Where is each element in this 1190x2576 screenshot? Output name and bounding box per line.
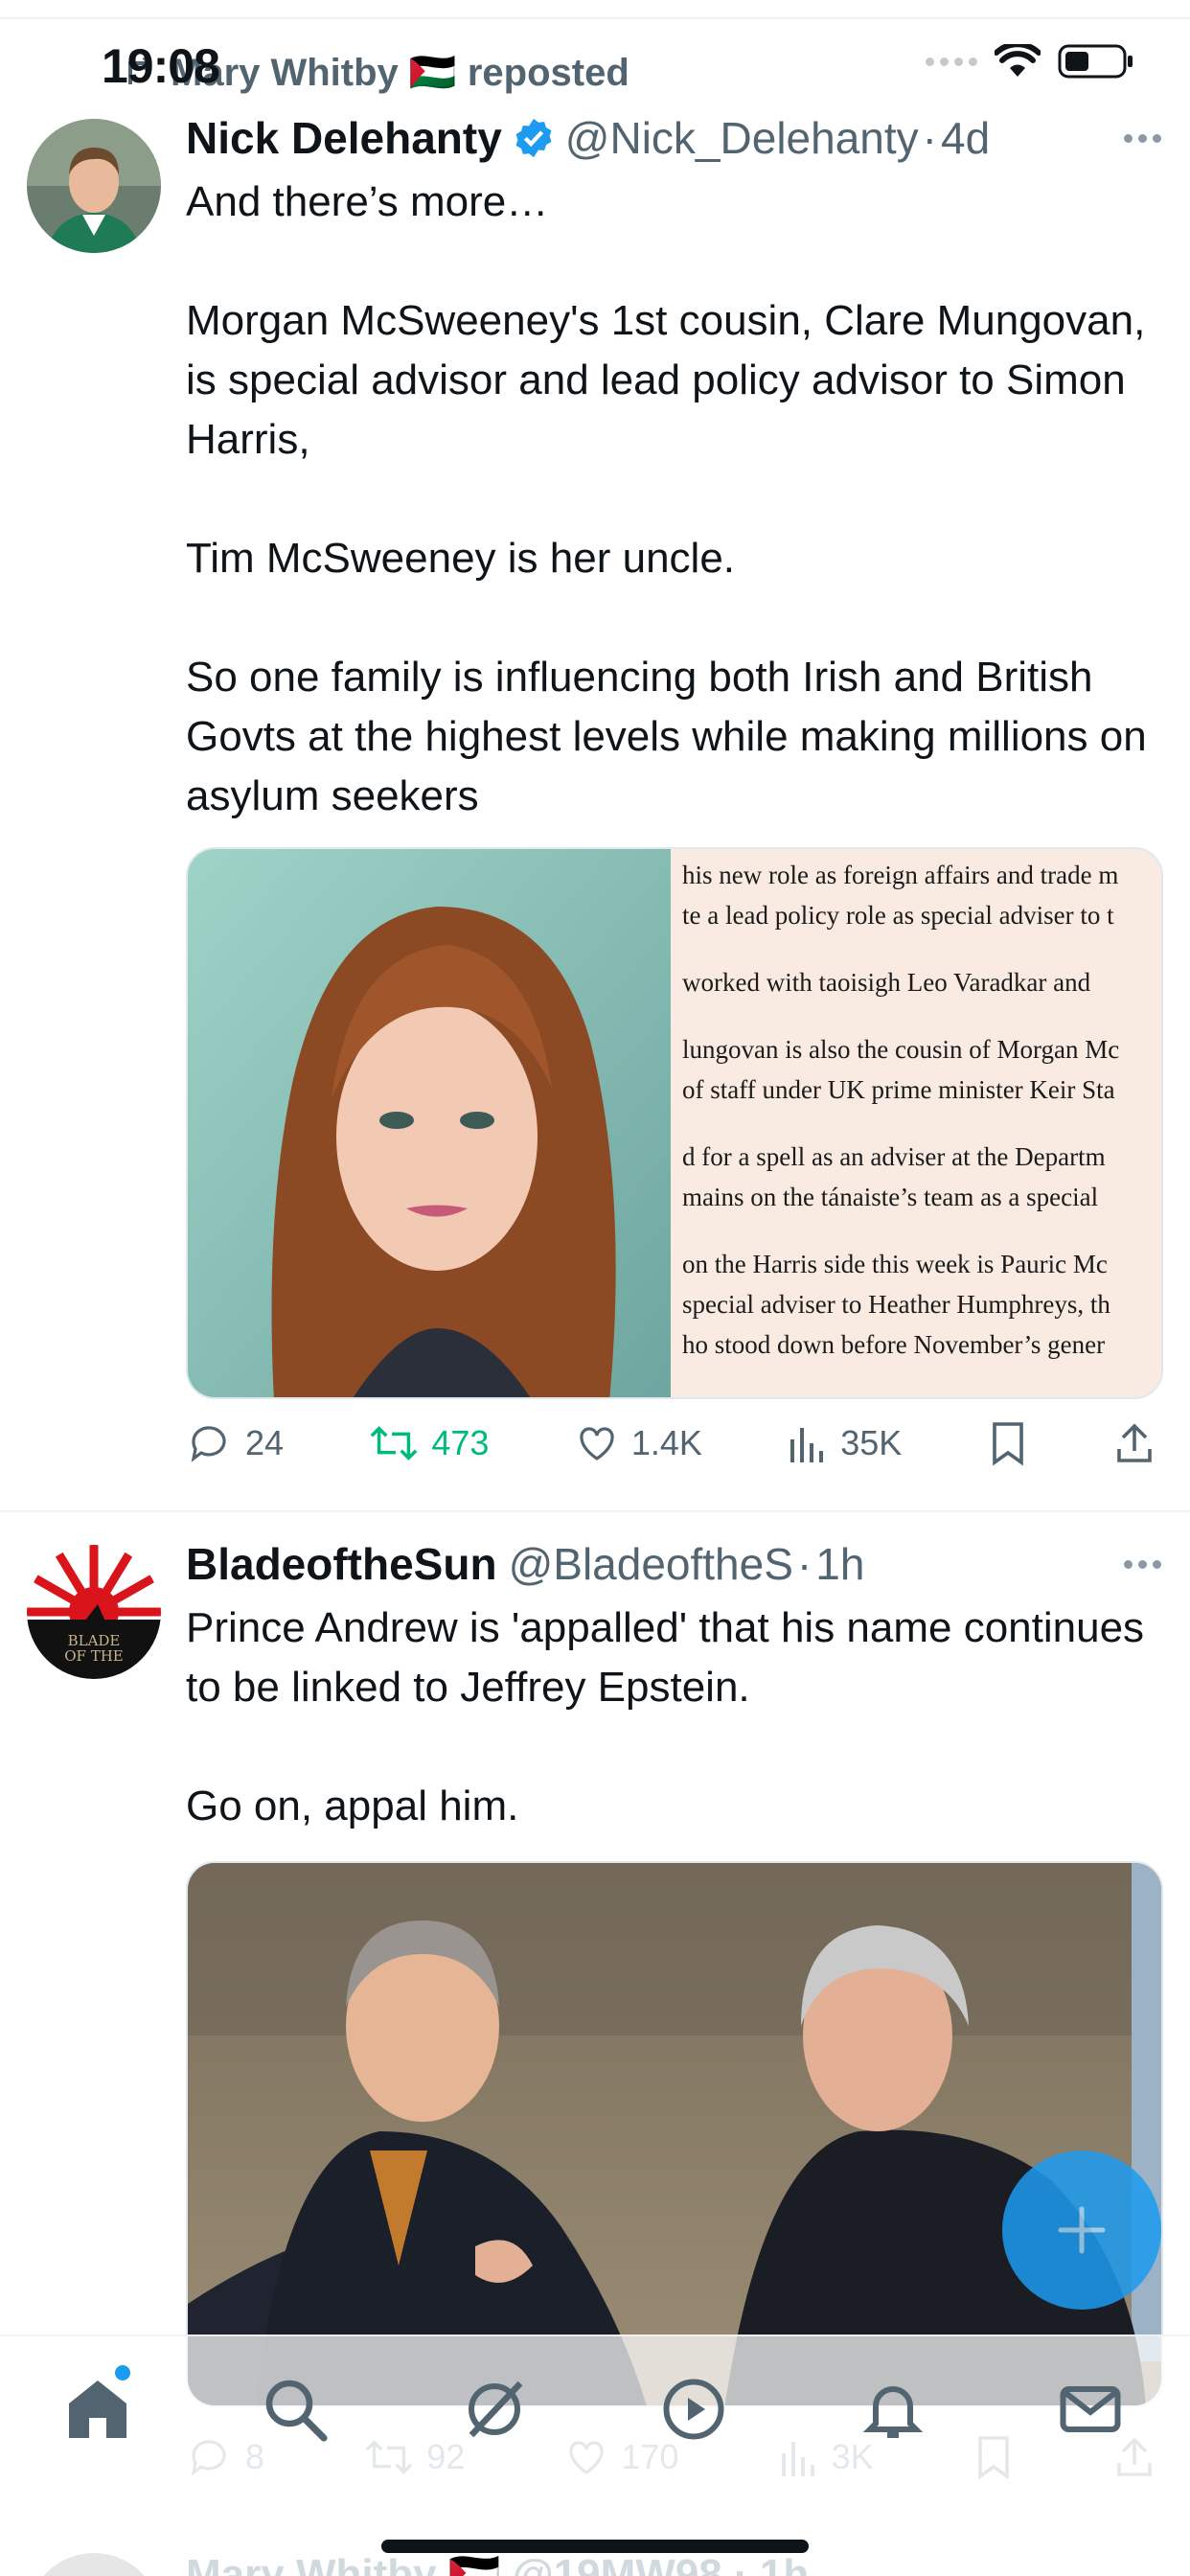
reply-count: 24 [245,1423,285,1462]
plus-icon [1058,2206,1106,2254]
video-play-icon[interactable] [659,2375,728,2444]
status-icons [926,42,1134,80]
verified-badge-icon [515,118,552,158]
time-separator: · [922,113,937,163]
bookmark-icon [992,1422,1023,1466]
wifi-icon [995,44,1041,77]
article-line: his new role as foreign affairs and trad… [682,861,1119,889]
top-divider [0,17,1190,19]
like-count: 1.4K [630,1423,702,1462]
article-line: lungovan is also the cousin of Morgan Mc [682,1035,1120,1064]
tweet-actions: 24 473 1.4K 35K [188,1420,1156,1466]
author-handle[interactable]: @Nick_Delehanty [565,112,919,164]
tweet-header: BladeoftheSun @BladeoftheS · 1h [186,1537,1163,1591]
avatar[interactable]: BLADE OF THE [27,1545,161,1679]
article-line: mains on the tánaiste’s team as a specia… [682,1183,1099,1211]
reply-icon [191,1426,226,1462]
share-icon [1117,1423,1152,1462]
media-photo-two-men [188,1863,1161,2405]
avatar[interactable] [27,119,161,253]
search-icon[interactable] [261,2375,330,2444]
tweet-media[interactable]: his new role as foreign affairs and trad… [186,847,1163,1399]
like-button[interactable]: 1.4K [574,1420,702,1466]
more-options-icon[interactable] [1124,1560,1161,1569]
share-button[interactable] [1113,1420,1156,1466]
bell-icon[interactable] [858,2375,927,2444]
tweet-time[interactable]: 1h [815,1538,864,1590]
more-options-icon[interactable] [1124,134,1161,143]
compose-button[interactable] [1002,2150,1161,2310]
next-tweet-header: Mary Whitby 🇵🇸 @19MW98 · 1h [186,2551,810,2576]
home-indicator [381,2540,809,2553]
heart-icon [580,1427,614,1460]
tweet-text: Prince Andrew is 'appalled' that his nam… [186,1604,1145,1829]
repost-label: Mary Whitby 🇵🇸 reposted [171,52,629,94]
new-posts-dot [115,2365,130,2380]
article-line: ho stood down before November’s gener [682,1330,1106,1359]
avatar-text: BLADE OF THE [64,1632,124,1665]
tweet-time[interactable]: 4d [941,112,990,164]
author-name[interactable]: Nick Delehanty [186,112,502,164]
views-button[interactable]: 35K [787,1420,902,1466]
repost-button[interactable]: 473 [368,1420,489,1466]
home-icon[interactable] [63,2375,132,2444]
author-handle[interactable]: @BladeoftheS [509,1538,793,1590]
author-name[interactable]: BladeoftheSun [186,1538,497,1590]
bookmark-button[interactable] [987,1420,1029,1466]
tweet-divider [0,1510,1190,1512]
avatar[interactable] [27,2553,161,2576]
reply-button[interactable]: 24 [188,1420,284,1466]
article-line: special adviser to Heather Humphreys, th [682,1290,1110,1319]
time-separator: · [796,1539,812,1589]
cellular-signal-icon [926,57,977,66]
tweet-header: Nick Delehanty @Nick_Delehanty · 4d [186,111,1163,165]
mail-icon[interactable] [1056,2375,1125,2444]
media-article-clipping: his new role as foreign affairs and trad… [671,849,1161,1397]
battery-icon [1058,44,1133,79]
media-photo-woman [188,849,671,1397]
article-line: worked with taoisigh Leo Varadkar and [682,968,1091,997]
article-line: te a lead policy role as special adviser… [682,901,1114,930]
bottom-tab-bar [0,2334,1190,2497]
tweet-media[interactable] [186,1861,1163,2407]
article-line: of staff under UK prime minister Keir St… [682,1075,1115,1104]
article-line: d for a spell as an adviser at the Depar… [682,1142,1106,1171]
tweet-text: And there’s more… Morgan McSweeney's 1st… [186,178,1147,819]
article-line: on the Harris side this week is Pauric M… [682,1250,1108,1278]
repost-count: 473 [431,1423,490,1462]
status-time: 19:08 [102,39,220,93]
views-chart-icon [790,1428,824,1462]
views-count: 35K [840,1423,903,1462]
repost-icon [371,1426,418,1460]
grok-icon[interactable] [460,2375,529,2444]
